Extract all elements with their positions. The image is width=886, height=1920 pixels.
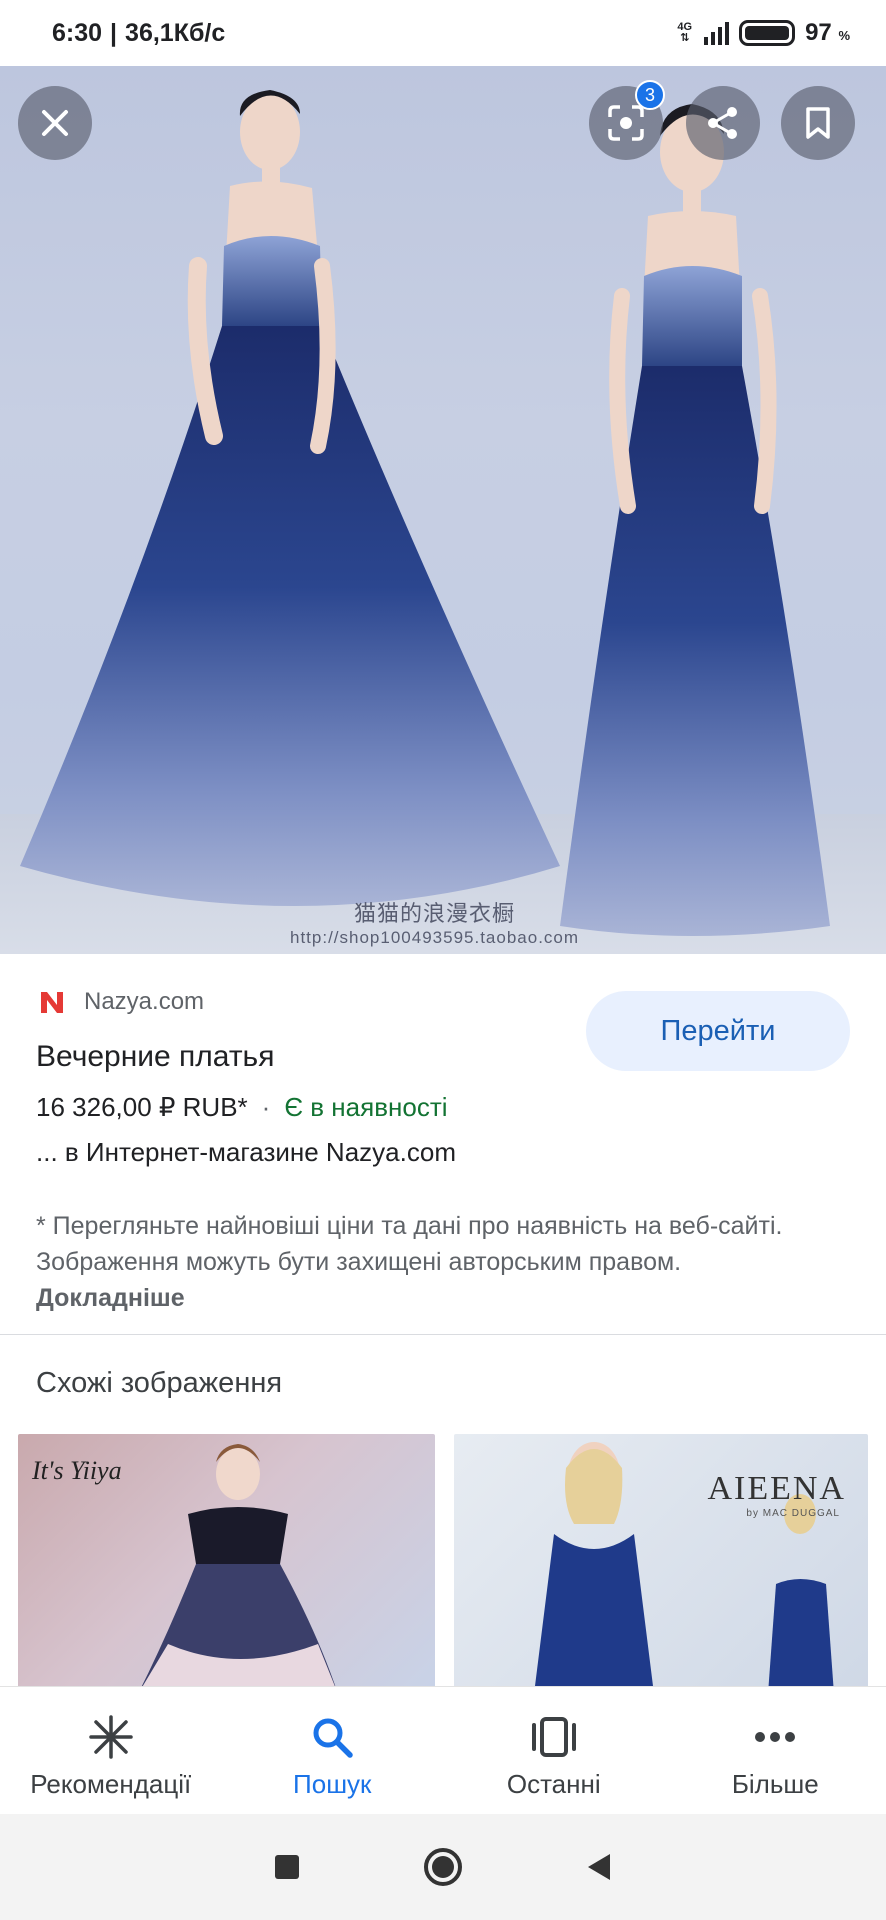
learn-more-link[interactable]: Докладніше <box>36 1284 185 1312</box>
divider <box>0 1334 886 1335</box>
similar-image-subcaption: by MAC DUGGAL <box>746 1508 840 1519</box>
bottom-navigation: Рекомендації Пошук Останні Більше <box>0 1686 886 1814</box>
back-triangle-icon[interactable] <box>584 1851 614 1883</box>
nav-label: Пошук <box>293 1769 372 1799</box>
status-separator: | <box>110 18 118 47</box>
price-row: 16 326,00 ₽ RUB* · Є в наявності <box>36 1092 448 1123</box>
bookmark-icon <box>806 107 830 139</box>
disclaimer: * Перегляньте найновіші ціни та дані про… <box>36 1208 836 1316</box>
asterisk-icon <box>87 1713 135 1761</box>
visit-button[interactable]: Перейти <box>586 991 850 1071</box>
similar-photo-1 <box>138 1444 338 1694</box>
result-snippet: ... в Интернет-магазине Nazya.com <box>36 1137 456 1167</box>
nazya-logo-icon <box>41 992 63 1013</box>
price: 16 326,00 ₽ RUB* <box>36 1092 248 1122</box>
result-title[interactable]: Вечерние платья <box>36 1040 274 1074</box>
screen: 6:30 | 36,1Кб/с 4G ⇅ 97 % 猫猫的浪漫衣橱 http:/… <box>0 0 886 1920</box>
data-arrows-icon: ⇅ <box>680 32 690 44</box>
nav-label: Рекомендації <box>30 1769 192 1799</box>
nav-item-recent[interactable]: Останні <box>443 1687 665 1814</box>
status-bar: 6:30 | 36,1Кб/с 4G ⇅ 97 % <box>0 0 886 66</box>
lens-button[interactable]: 3 <box>589 80 665 160</box>
nav-label: Останні <box>506 1769 601 1799</box>
image-watermark: 猫猫的浪漫衣橱 http://shop100493595.taobao.com <box>290 901 580 947</box>
save-button[interactable] <box>781 86 855 160</box>
similar-image-2[interactable]: AIEENA by MAC DUGGAL <box>454 1434 868 1694</box>
more-dots-icon <box>751 1713 799 1761</box>
lens-badge: 3 <box>635 80 665 110</box>
share-icon <box>708 107 737 139</box>
status-time: 6:30 <box>52 18 103 47</box>
network-indicator: 4G ⇅ <box>677 22 692 44</box>
nav-label: Більше <box>731 1769 819 1799</box>
close-icon <box>42 110 68 136</box>
signal-icon <box>704 21 730 45</box>
price-separator: · <box>261 1092 271 1122</box>
availability: Є в наявності <box>284 1092 448 1122</box>
status-left: 6:30 | 36,1Кб/с <box>52 19 225 48</box>
lens-icon <box>608 105 644 141</box>
similar-image-caption: AIEENA <box>707 1470 846 1507</box>
battery-percent: 97 % <box>805 19 850 46</box>
battery-icon <box>739 20 796 46</box>
dress-photo <box>20 90 830 936</box>
recents-square-icon[interactable] <box>272 1852 302 1882</box>
home-circle-icon[interactable] <box>422 1846 464 1888</box>
system-navigation-bar <box>0 1814 886 1920</box>
status-right: 4G ⇅ 97 % <box>677 19 850 47</box>
nav-item-search[interactable]: Пошук <box>222 1687 444 1814</box>
close-button[interactable] <box>18 86 92 160</box>
similar-images-heading: Схожі зображення <box>36 1367 283 1399</box>
source-row[interactable]: Nazya.com <box>38 988 204 1016</box>
share-button[interactable] <box>686 86 760 160</box>
source-name: Nazya.com <box>84 988 205 1015</box>
similar-image-1[interactable]: It's Yiiya <box>18 1434 435 1694</box>
status-speed: 36,1Кб/с <box>125 18 226 47</box>
nav-item-recommendations[interactable]: Рекомендації <box>0 1687 222 1814</box>
result-image[interactable]: 猫猫的浪漫衣橱 http://shop100493595.taobao.com … <box>0 66 886 954</box>
nav-item-more[interactable]: Більше <box>665 1687 886 1814</box>
disclaimer-text: * Перегляньте найновіші ціни та дані про… <box>36 1212 783 1276</box>
recent-tabs-icon <box>530 1713 578 1761</box>
search-icon <box>308 1713 356 1761</box>
